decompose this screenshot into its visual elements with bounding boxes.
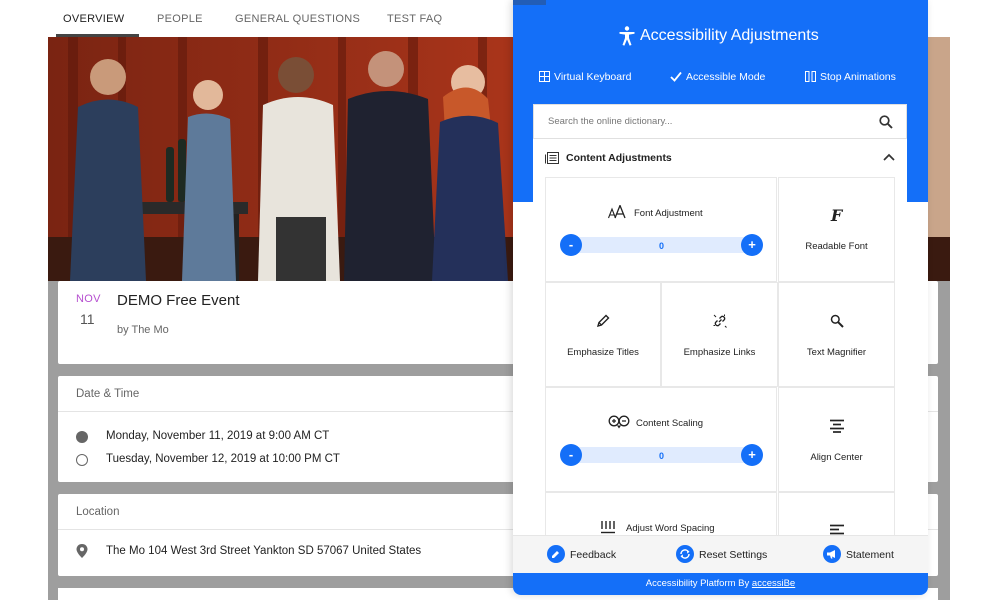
adjust-word-spacing-heading: Adjust Word Spacing: [600, 520, 715, 534]
chevron-up-icon[interactable]: [883, 153, 895, 161]
pause-icon: [805, 71, 816, 82]
text-magnifier-tile[interactable]: Text Magnifier: [778, 282, 895, 387]
accessibe-link[interactable]: accessiBe: [752, 578, 795, 589]
font-decrease-button[interactable]: -: [560, 234, 582, 256]
pencil-icon: [596, 314, 610, 328]
platform-credit: Accessibility Platform By accessiBe: [513, 573, 928, 595]
page-margin: [950, 0, 1000, 600]
feedback-label: Feedback: [570, 548, 617, 561]
page: OVERVIEW PEOPLE GENERAL QUESTIONS TEST F…: [0, 0, 1000, 600]
stop-animations-button[interactable]: Stop Animations: [805, 71, 896, 83]
feedback-button[interactable]: Feedback: [547, 545, 617, 564]
reset-settings-label: Reset Settings: [699, 548, 768, 561]
emphasize-links-tile[interactable]: Emphasize Links: [661, 282, 778, 387]
accessibility-person-icon: [619, 26, 635, 46]
feedback-icon: [547, 545, 565, 563]
tab-general-questions[interactable]: GENERAL QUESTIONS: [235, 13, 360, 25]
checkmark-icon: [670, 71, 682, 82]
panel-footer: Feedback Reset Settings Statement: [513, 535, 928, 573]
tab-people[interactable]: PEOPLE: [157, 13, 203, 25]
radio-unselected-icon: [76, 454, 88, 466]
accessibility-panel: Accessibility Adjustments Virtual Keyboa…: [513, 0, 928, 595]
location-address: The Mo 104 West 3rd Street Yankton SD 57…: [106, 545, 422, 557]
virtual-keyboard-label: Virtual Keyboard: [554, 71, 632, 83]
link-icon: [713, 314, 727, 328]
font-increase-button[interactable]: +: [741, 234, 763, 256]
readable-font-icon: F: [830, 206, 843, 225]
virtual-keyboard-button[interactable]: Virtual Keyboard: [539, 71, 631, 83]
font-size-icon: [607, 203, 626, 219]
event-month: NOV: [76, 293, 101, 305]
word-spacing-icon: [601, 521, 615, 534]
font-adjustment-value: 0: [658, 241, 664, 251]
accessible-mode-label: Accessible Mode: [686, 71, 766, 83]
platform-credit-text: Accessibility Platform By: [645, 578, 752, 589]
content-scaling-tile: Content Scaling 0 - +: [545, 387, 777, 492]
statement-button[interactable]: Statement: [823, 545, 894, 564]
content-adjustments-section: Content Adjustments Font Adjustment 0 - …: [533, 139, 907, 544]
content-scaling-value: 0: [658, 451, 664, 461]
stop-animations-label: Stop Animations: [820, 71, 896, 83]
stepper-track: 0: [571, 237, 752, 253]
text-magnifier-label: Text Magnifier: [806, 347, 867, 358]
document-icon: [545, 152, 559, 164]
align-center-icon: [829, 419, 844, 433]
event-day: 11: [80, 311, 95, 327]
panel-grip: [513, 0, 546, 5]
align-center-label: Align Center: [810, 452, 863, 463]
accessible-mode-button[interactable]: Accessible Mode: [670, 71, 765, 83]
tab-overview[interactable]: OVERVIEW: [63, 13, 125, 25]
reset-settings-button[interactable]: Reset Settings: [676, 545, 768, 564]
content-adjustments-header[interactable]: Content Adjustments: [533, 139, 907, 177]
keyboard-icon: [539, 71, 550, 82]
statement-label: Statement: [846, 548, 894, 561]
megaphone-icon: [823, 545, 841, 563]
content-scaling-heading: Content Scaling: [608, 415, 703, 429]
map-pin-icon: [76, 544, 88, 558]
readable-font-label: Readable Font: [805, 241, 868, 252]
date-option-text: Monday, November 11, 2019 at 9:00 AM CT: [106, 430, 330, 442]
magnifier-icon: [830, 314, 844, 328]
content-scaling-stepper: 0 - +: [560, 444, 763, 466]
date-option-text: Tuesday, November 12, 2019 at 10:00 PM C…: [106, 453, 340, 465]
font-adjustment-tile: Font Adjustment 0 - +: [545, 177, 777, 282]
dictionary-search: [533, 104, 907, 139]
emphasize-titles-label: Emphasize Titles: [567, 347, 639, 358]
font-adjustment-stepper: 0 - +: [560, 234, 763, 256]
date-time-heading: Date & Time: [76, 388, 140, 400]
scaling-decrease-button[interactable]: -: [560, 444, 582, 466]
adjust-word-spacing-label: Adjust Word Spacing: [626, 523, 715, 534]
emphasize-links-label: Emphasize Links: [683, 347, 756, 358]
panel-title: Accessibility Adjustments: [640, 27, 819, 44]
align-center-tile[interactable]: Align Center: [778, 387, 895, 492]
content-scaling-label: Content Scaling: [636, 418, 704, 429]
scaling-increase-button[interactable]: +: [741, 444, 763, 466]
readable-font-tile[interactable]: F Readable Font: [778, 177, 895, 282]
font-adjustment-label: Font Adjustment: [634, 208, 703, 219]
refresh-icon: [676, 545, 694, 563]
content-adjustments-title: Content Adjustments: [566, 152, 672, 164]
dictionary-search-input[interactable]: [534, 105, 864, 138]
tab-test-faq[interactable]: TEST FAQ: [387, 13, 442, 25]
search-icon[interactable]: [879, 115, 893, 129]
font-adjustment-heading: Font Adjustment: [607, 203, 703, 219]
stepper-track: 0: [571, 447, 752, 463]
event-organizer: by The Mo: [117, 324, 169, 336]
scaling-icon: [608, 415, 630, 429]
location-heading: Location: [76, 506, 120, 518]
radio-selected-icon: [76, 431, 88, 443]
emphasize-titles-tile[interactable]: Emphasize Titles: [545, 282, 661, 387]
event-title: DEMO Free Event: [117, 292, 240, 309]
